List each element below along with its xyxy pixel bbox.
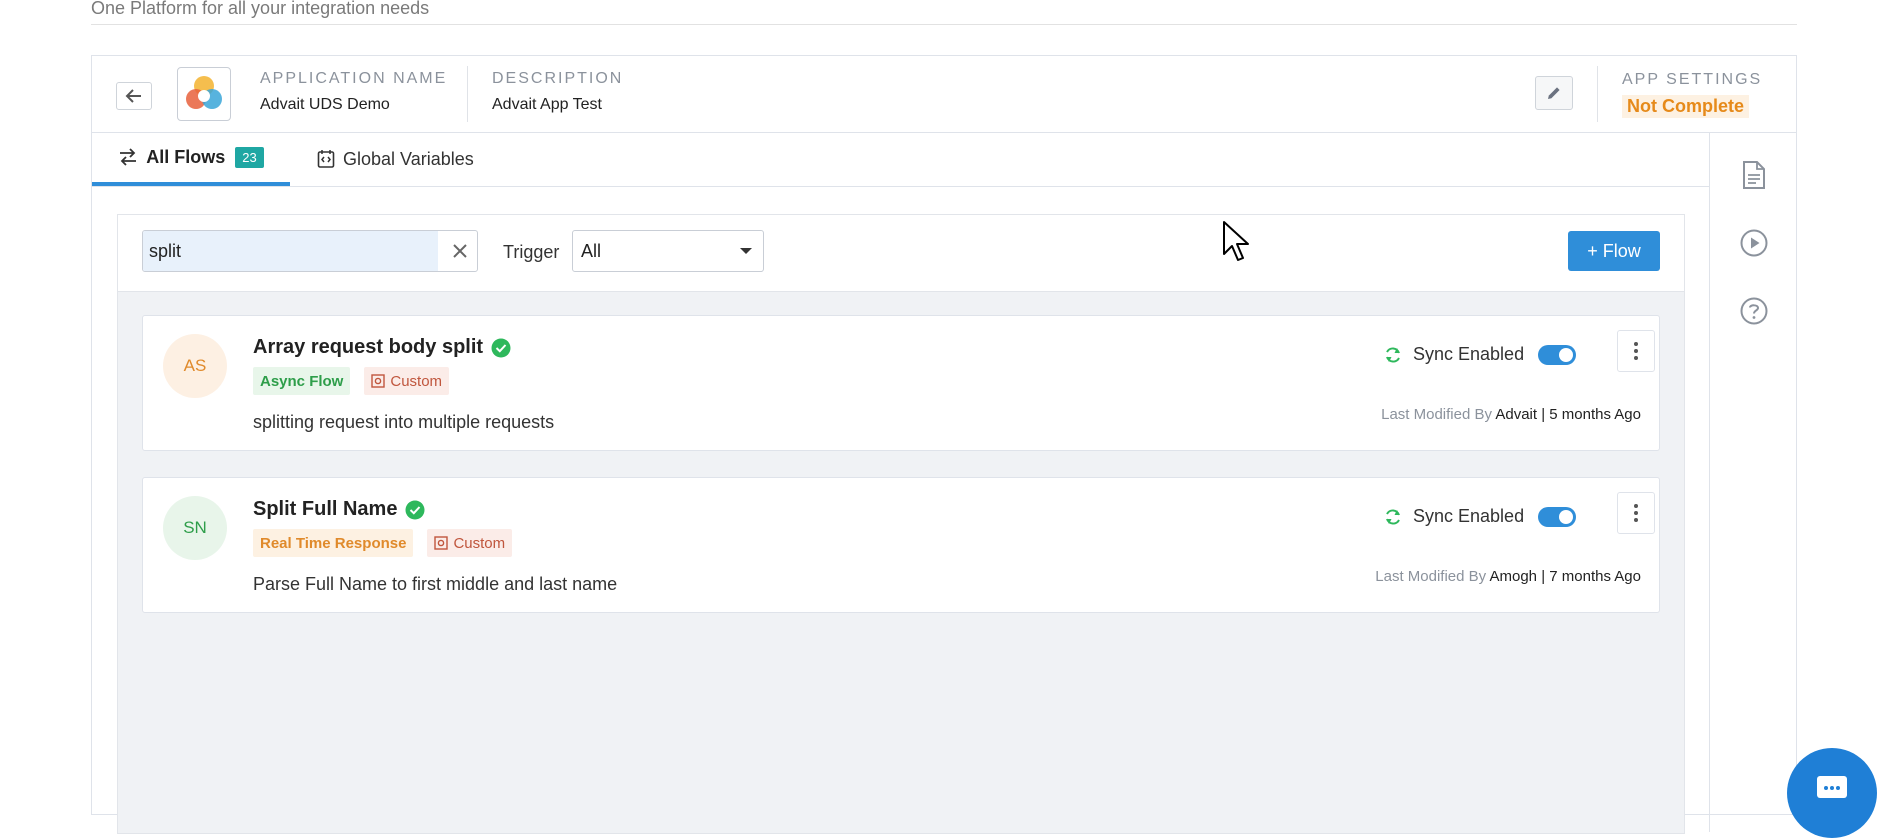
play-circle-icon (1740, 229, 1768, 257)
flow-category-chip: Custom (427, 529, 513, 557)
flow-type-chip: Async Flow (253, 367, 351, 395)
flow-description: Parse Full Name to first middle and last… (253, 574, 618, 594)
flow-description: splitting request into multiple requests (253, 412, 555, 432)
header-divider (91, 24, 1797, 25)
flow-avatar: SN (163, 496, 227, 560)
app-logo-icon (186, 76, 222, 109)
help-circle-icon (1740, 297, 1768, 325)
kebab-menu-icon (1634, 504, 1638, 522)
sync-status: Sync Enabled (1383, 506, 1577, 527)
description-block: DESCRIPTION Advait App Test (492, 70, 623, 114)
tab-all-flows-label: All Flows (146, 146, 226, 167)
flow-category-chip: Custom (364, 367, 450, 395)
flow-category-label: Custom (453, 534, 506, 552)
flow-avatar: AS (163, 334, 227, 398)
flows-content-area: Trigger All + Flow AS Array request body… (117, 214, 1685, 834)
sync-label: Sync Enabled (1413, 506, 1525, 526)
flow-category-label: Custom (390, 372, 443, 390)
tab-bar: All Flows 23 Global Variables (92, 132, 1709, 187)
app-header: APPLICATION NAME Advait UDS Demo DESCRIP… (92, 56, 1796, 133)
run-button[interactable] (1738, 227, 1770, 259)
mouse-cursor-icon (1223, 221, 1249, 261)
sync-label: Sync Enabled (1413, 344, 1525, 364)
app-settings-label: APP SETTINGS (1622, 71, 1763, 88)
help-button[interactable] (1738, 295, 1770, 327)
application-name-block: APPLICATION NAME Advait UDS Demo (260, 70, 447, 114)
code-variable-icon (317, 150, 335, 168)
flow-menu-button[interactable] (1617, 330, 1655, 372)
flow-title[interactable]: Split Full Name (253, 498, 397, 521)
app-logo (177, 67, 231, 121)
filter-bar: Trigger All + Flow (118, 215, 1684, 292)
right-toolbar (1709, 132, 1798, 832)
application-name-label: APPLICATION NAME (260, 70, 448, 87)
flow-menu-button[interactable] (1617, 492, 1655, 534)
clear-search-button[interactable] (449, 240, 471, 262)
custom-gear-icon (434, 536, 449, 550)
document-icon (1743, 161, 1765, 189)
trigger-select[interactable]: All (572, 230, 764, 272)
sync-icon (1386, 508, 1400, 525)
tab-global-variables[interactable]: Global Variables (317, 132, 474, 186)
flow-card[interactable]: AS Array request body split Async Flow C… (142, 315, 1660, 451)
flows-count-badge: 23 (235, 146, 264, 168)
flow-type-chip: Real Time Response (253, 529, 414, 557)
application-name: Advait UDS Demo (260, 96, 390, 113)
search-input[interactable] (143, 231, 438, 271)
sync-status: Sync Enabled (1383, 344, 1577, 365)
swap-arrows-icon (120, 148, 137, 166)
search-box (142, 230, 478, 272)
check-circle-icon (405, 500, 425, 519)
divider (1597, 66, 1598, 122)
divider (467, 66, 468, 122)
back-button[interactable] (116, 82, 152, 110)
edit-app-button[interactable] (1535, 76, 1573, 110)
flow-title-row: Array request body split (253, 336, 511, 359)
arrow-left-icon (125, 89, 141, 103)
tab-all-flows[interactable]: All Flows 23 (92, 132, 290, 186)
last-modified: Last Modified By Advait | 5 months Ago (1381, 406, 1641, 423)
description-value: Advait App Test (492, 96, 602, 113)
flow-chips: Async Flow Custom (253, 367, 463, 395)
tab-global-variables-label: Global Variables (343, 148, 474, 169)
caret-down-icon (740, 248, 752, 254)
flow-title[interactable]: Array request body split (253, 336, 483, 359)
trigger-selected-value: All (581, 240, 602, 261)
sync-toggle[interactable] (1538, 506, 1577, 527)
trigger-label: Trigger (503, 242, 560, 262)
last-modified-detail: Advait | 5 months Ago (1495, 406, 1641, 423)
flow-title-row: Split Full Name (253, 498, 425, 521)
last-modified: Last Modified By Amogh | 7 months Ago (1375, 568, 1641, 585)
close-icon (453, 244, 467, 258)
flow-chips: Real Time Response Custom (253, 529, 526, 557)
tagline: One Platform for all your integration ne… (91, 0, 430, 18)
sync-toggle[interactable] (1538, 344, 1577, 365)
sync-icon (1386, 346, 1400, 363)
application-panel: APPLICATION NAME Advait UDS Demo DESCRIP… (91, 55, 1797, 834)
document-button[interactable] (1738, 159, 1770, 191)
last-modified-prefix: Last Modified By (1381, 406, 1492, 423)
last-modified-detail: Amogh | 7 months Ago (1489, 568, 1642, 585)
add-flow-button[interactable]: + Flow (1568, 231, 1660, 271)
app-settings-status: Not Complete (1622, 95, 1749, 118)
description-label: DESCRIPTION (492, 70, 624, 87)
kebab-menu-icon (1634, 342, 1638, 360)
check-circle-icon (491, 338, 511, 357)
last-modified-prefix: Last Modified By (1375, 568, 1487, 585)
chat-button[interactable] (1787, 748, 1877, 838)
flow-card[interactable]: SN Split Full Name Real Time Response Cu… (142, 477, 1660, 613)
custom-gear-icon (371, 374, 386, 388)
pencil-icon (1548, 87, 1560, 99)
app-settings-block[interactable]: APP SETTINGS Not Complete (1622, 71, 1762, 118)
